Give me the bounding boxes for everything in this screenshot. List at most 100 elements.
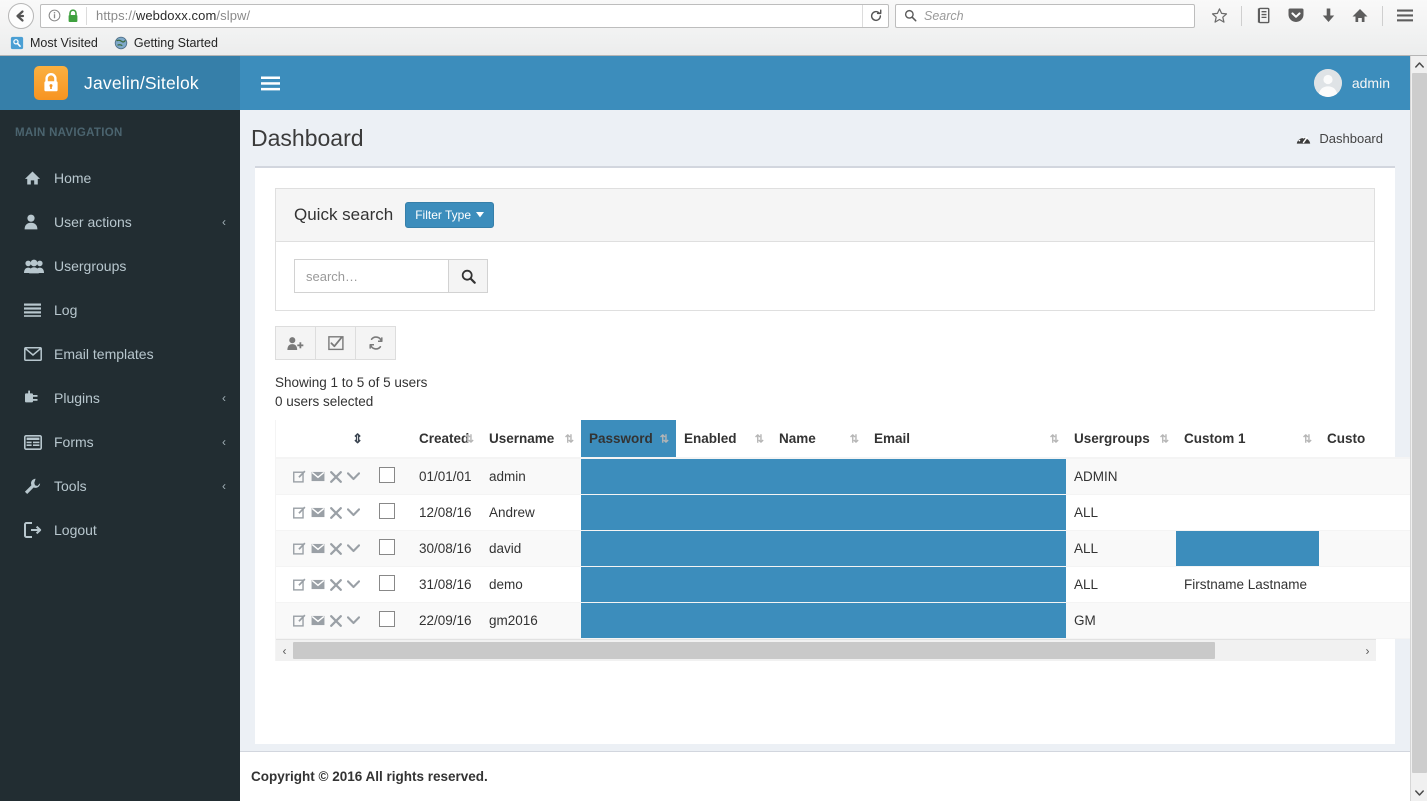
cell-enabled: [676, 530, 771, 567]
chevron-down-icon[interactable]: [347, 544, 360, 553]
browser-vertical-scrollbar[interactable]: [1410, 56, 1427, 801]
th-password[interactable]: Password ⇅: [581, 420, 676, 459]
downloads-button[interactable]: [1314, 3, 1342, 29]
table-row[interactable]: 31/08/16 demo ALL Firstname Lastname: [276, 566, 1427, 603]
scroll-track[interactable]: [293, 640, 1359, 662]
row-checkbox-cell[interactable]: [371, 530, 411, 567]
user-plus-icon: [287, 336, 304, 350]
table-horizontal-scrollbar[interactable]: ‹ ›: [276, 639, 1376, 661]
row-checkbox[interactable]: [379, 575, 395, 591]
cell-enabled: [676, 602, 771, 639]
filter-type-button[interactable]: Filter Type: [405, 202, 495, 228]
row-checkbox[interactable]: [379, 467, 395, 483]
sidebar-item-home[interactable]: Home: [0, 156, 240, 200]
sidebar-item-label: Tools: [54, 478, 87, 494]
select-all-button[interactable]: [315, 326, 356, 360]
edit-icon[interactable]: [293, 470, 306, 483]
sidebar-item-usergroups[interactable]: Usergroups: [0, 244, 240, 288]
edit-icon[interactable]: [293, 614, 306, 627]
users-table-body: 01/01/01 admin ADMIN 12/08/16 Andrew ALL…: [276, 458, 1427, 639]
chevron-down-icon[interactable]: [347, 616, 360, 625]
main-content-box: Quick search Filter Type search… Showing…: [255, 166, 1427, 801]
cell-created: 22/09/16: [411, 602, 481, 639]
th-usergroups[interactable]: Usergroups ⇅: [1066, 420, 1176, 459]
email-icon[interactable]: [311, 579, 325, 590]
scroll-thumb[interactable]: [293, 641, 1215, 659]
th-created[interactable]: Created ⇅: [411, 420, 481, 459]
delete-icon[interactable]: [330, 542, 342, 555]
th-name[interactable]: Name ⇅: [771, 420, 866, 459]
row-checkbox-cell[interactable]: [371, 458, 411, 495]
edit-icon[interactable]: [293, 578, 306, 591]
url-text[interactable]: https://webdoxx.com/slpw/: [87, 8, 250, 23]
table-row[interactable]: 01/01/01 admin ADMIN: [276, 458, 1427, 495]
scroll-up-icon[interactable]: [1411, 56, 1427, 73]
sidebar-item-forms[interactable]: Forms ‹: [0, 420, 240, 464]
email-icon[interactable]: [311, 471, 325, 482]
th-row-actions[interactable]: ⇕: [276, 420, 371, 459]
email-icon[interactable]: [311, 543, 325, 554]
th-username[interactable]: Username ⇅: [481, 420, 581, 459]
browser-search-input[interactable]: Search: [895, 3, 1195, 28]
user-menu[interactable]: admin: [1313, 56, 1390, 110]
search-submit-button[interactable]: [448, 259, 488, 293]
th-email[interactable]: Email ⇅: [866, 420, 1066, 459]
th-enabled[interactable]: Enabled ⇅: [676, 420, 771, 459]
row-checkbox-cell[interactable]: [371, 602, 411, 639]
sidebar-item-plugins[interactable]: Plugins ‹: [0, 376, 240, 420]
chevron-down-icon[interactable]: [347, 472, 360, 481]
scroll-right-icon[interactable]: ›: [1359, 644, 1376, 658]
bookmark-most-visited[interactable]: Most Visited: [10, 36, 98, 50]
row-actions-cell: [276, 458, 371, 495]
table-row[interactable]: 22/09/16 gm2016 GM: [276, 602, 1427, 639]
reload-button[interactable]: [862, 4, 888, 27]
search-input[interactable]: search…: [294, 259, 448, 293]
sidebar: Javelin/Sitelok MAIN NAVIGATION Home Use…: [0, 56, 240, 801]
menu-button[interactable]: [1391, 3, 1419, 29]
refresh-button[interactable]: [355, 326, 396, 360]
delete-icon[interactable]: [330, 578, 342, 591]
url-bar[interactable]: https://webdoxx.com/slpw/: [40, 3, 889, 28]
home-icon: [1352, 9, 1368, 22]
row-checkbox[interactable]: [379, 539, 395, 555]
chevron-down-icon[interactable]: [347, 580, 360, 589]
cell-email: [866, 566, 1066, 603]
sidebar-item-email-templates[interactable]: Email templates: [0, 332, 240, 376]
delete-icon[interactable]: [330, 470, 342, 483]
sidebar-toggle-button[interactable]: [250, 56, 290, 110]
row-checkbox-cell[interactable]: [371, 566, 411, 603]
bookmark-star-button[interactable]: [1205, 3, 1233, 29]
chevron-down-icon[interactable]: [347, 508, 360, 517]
identity-box[interactable]: [43, 6, 87, 25]
table-row[interactable]: 12/08/16 Andrew ALL: [276, 494, 1427, 531]
edit-icon[interactable]: [293, 506, 306, 519]
sidebar-item-user-actions[interactable]: User actions ‹: [0, 200, 240, 244]
bookmark-getting-started[interactable]: Getting Started: [114, 36, 218, 50]
breadcrumb[interactable]: Dashboard: [1296, 131, 1383, 146]
scroll-left-icon[interactable]: ‹: [276, 644, 293, 658]
email-icon[interactable]: [311, 507, 325, 518]
sidebar-item-log[interactable]: Log: [0, 288, 240, 332]
library-button[interactable]: [1250, 3, 1278, 29]
sidebar-item-label: Forms: [54, 434, 94, 450]
scroll-down-icon[interactable]: [1411, 784, 1427, 801]
row-checkbox-cell[interactable]: [371, 494, 411, 531]
sidebar-item-tools[interactable]: Tools ‹: [0, 464, 240, 508]
row-checkbox[interactable]: [379, 503, 395, 519]
add-user-button[interactable]: [275, 326, 316, 360]
th-custom-1[interactable]: Custom 1 ⇅: [1176, 420, 1319, 459]
delete-icon[interactable]: [330, 506, 342, 519]
back-button[interactable]: [8, 2, 34, 29]
search-icon: [461, 269, 476, 284]
vertical-scroll-thumb[interactable]: [1412, 73, 1427, 773]
email-icon[interactable]: [311, 615, 325, 626]
table-row[interactable]: 30/08/16 david ALL: [276, 530, 1427, 567]
delete-icon[interactable]: [330, 614, 342, 627]
edit-icon[interactable]: [293, 542, 306, 555]
row-checkbox[interactable]: [379, 611, 395, 627]
home-button[interactable]: [1346, 3, 1374, 29]
sidebar-item-logout[interactable]: Logout: [0, 508, 240, 552]
brand-logo[interactable]: Javelin/Sitelok: [0, 56, 240, 110]
pocket-button[interactable]: [1282, 3, 1310, 29]
sidebar-item-label: Plugins: [54, 390, 100, 406]
